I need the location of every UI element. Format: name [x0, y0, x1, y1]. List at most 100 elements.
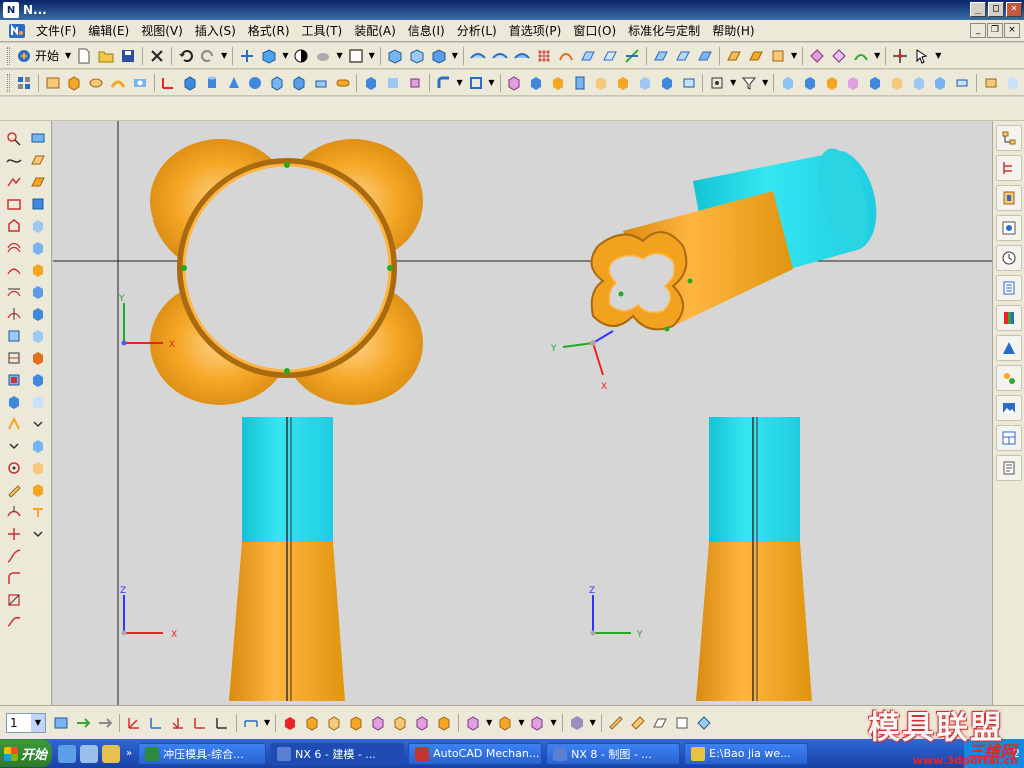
- feature-icon-4[interactable]: [570, 73, 590, 93]
- start-icon[interactable]: [14, 46, 34, 66]
- task-item[interactable]: AutoCAD Mechan...: [408, 742, 543, 765]
- trim-icon[interactable]: [622, 46, 642, 66]
- wcs-display-icon[interactable]: [212, 713, 232, 733]
- extrude-icon[interactable]: [65, 73, 85, 93]
- surface-tool-icon-1[interactable]: [28, 128, 48, 148]
- trim-corner-icon[interactable]: [4, 524, 24, 544]
- select-icon[interactable]: [912, 46, 932, 66]
- roles-icon[interactable]: [995, 335, 1022, 361]
- task-item[interactable]: E:\Bao jia we...: [684, 742, 809, 765]
- chamfer-icon[interactable]: [673, 46, 693, 66]
- move-layer-icon[interactable]: [73, 713, 93, 733]
- surface-tool-icon-9[interactable]: [28, 304, 48, 324]
- sync-icon-4[interactable]: [368, 713, 388, 733]
- web-browser-icon[interactable]: [995, 215, 1022, 241]
- surface-tool-icon-10[interactable]: [28, 326, 48, 346]
- unite-icon[interactable]: [361, 73, 381, 93]
- surface-tool-icon-3[interactable]: [28, 172, 48, 192]
- analysis-icon-3[interactable]: [851, 46, 871, 66]
- chevron-down-icon[interactable]: ▼: [31, 713, 45, 732]
- length-curve-icon[interactable]: [4, 590, 24, 610]
- surface-tool-icon-6[interactable]: [28, 238, 48, 258]
- layout-icon[interactable]: [995, 425, 1022, 451]
- menu-insert[interactable]: 插入(S): [189, 22, 242, 39]
- clip-icon-3[interactable]: [694, 713, 714, 733]
- feature-icon-1[interactable]: [505, 73, 525, 93]
- history-icon[interactable]: [995, 245, 1022, 271]
- extract-icon[interactable]: [746, 46, 766, 66]
- menu-analysis[interactable]: 分析(L): [451, 22, 503, 39]
- hole-icon[interactable]: [130, 73, 150, 93]
- assembly-nav-icon[interactable]: [1003, 73, 1023, 93]
- measure-icon[interactable]: [778, 73, 798, 93]
- color-box-icon[interactable]: [346, 46, 366, 66]
- layer-grid-icon[interactable]: [14, 73, 34, 93]
- bridge-curve-icon[interactable]: [4, 260, 24, 280]
- desktop-icon[interactable]: [80, 744, 98, 763]
- slot-icon[interactable]: [333, 73, 353, 93]
- sew-icon[interactable]: [724, 46, 744, 66]
- clip-icon-1[interactable]: [650, 713, 670, 733]
- shell-icon[interactable]: [466, 73, 486, 93]
- render-style-icon[interactable]: [259, 46, 279, 66]
- save-icon[interactable]: [118, 46, 138, 66]
- menu-assembly[interactable]: 装配(A): [348, 22, 402, 39]
- mdi-restore-button[interactable]: ❐: [987, 23, 1003, 38]
- feature-icon-3[interactable]: [548, 73, 568, 93]
- hex-icon[interactable]: [567, 713, 587, 733]
- feature-icon-9[interactable]: [679, 73, 699, 93]
- replace-face-icon[interactable]: [931, 73, 951, 93]
- subtract-icon[interactable]: [383, 73, 403, 93]
- undo-icon[interactable]: [176, 46, 196, 66]
- surface-tool-icon-12[interactable]: [28, 370, 48, 390]
- datum-csys-icon[interactable]: [159, 73, 179, 93]
- bridge-icon[interactable]: [695, 46, 715, 66]
- view-iso-icon[interactable]: [429, 46, 449, 66]
- redo-icon[interactable]: [198, 46, 218, 66]
- group-icon-1[interactable]: [463, 713, 483, 733]
- surface-icon-3[interactable]: [512, 46, 532, 66]
- intersect-icon[interactable]: [405, 73, 425, 93]
- wcs-icon[interactable]: [237, 46, 257, 66]
- part-nav-icon[interactable]: [981, 73, 1001, 93]
- wcs-rotate-icon[interactable]: [168, 713, 188, 733]
- section-curve-icon[interactable]: [4, 348, 24, 368]
- fillet-curve-icon[interactable]: [4, 568, 24, 588]
- ie-icon[interactable]: [58, 744, 76, 763]
- surface-tool-icon-11[interactable]: [28, 348, 48, 368]
- copy-layer-icon[interactable]: [95, 713, 115, 733]
- trim-curve-icon[interactable]: [4, 502, 24, 522]
- blend-icon[interactable]: [651, 46, 671, 66]
- sync-icon-3[interactable]: [346, 713, 366, 733]
- polygon-icon[interactable]: [4, 216, 24, 236]
- start-menu-button[interactable]: 开始: [0, 740, 52, 767]
- start-button[interactable]: 开始: [35, 47, 59, 64]
- surface-tool-icon-5[interactable]: [28, 216, 48, 236]
- analysis-icon-2[interactable]: [829, 46, 849, 66]
- feature-icon-5[interactable]: [592, 73, 612, 93]
- feature-icon-6[interactable]: [613, 73, 633, 93]
- snap-point-icon[interactable]: [707, 73, 727, 93]
- menu-format[interactable]: 格式(R): [242, 22, 296, 39]
- shaded-icon[interactable]: [313, 46, 333, 66]
- nx-icon[interactable]: N: [3, 2, 19, 18]
- delete-face-icon[interactable]: [952, 73, 972, 93]
- point-icon[interactable]: [4, 128, 24, 148]
- edge-blend-icon[interactable]: [434, 73, 454, 93]
- surface-icon-1[interactable]: [468, 46, 488, 66]
- scale-icon[interactable]: [887, 73, 907, 93]
- delete-icon[interactable]: [147, 46, 167, 66]
- project-curve-icon[interactable]: [4, 282, 24, 302]
- surface-icon-2[interactable]: [490, 46, 510, 66]
- new-file-icon[interactable]: [74, 46, 94, 66]
- pocket-icon[interactable]: [289, 73, 309, 93]
- wcs-orient-icon[interactable]: [190, 713, 210, 733]
- part-navigator-icon[interactable]: [995, 155, 1022, 181]
- view-front-icon[interactable]: [385, 46, 405, 66]
- filter-icon[interactable]: [739, 73, 759, 93]
- surface-tool-icon-8[interactable]: [28, 282, 48, 302]
- maximize-button[interactable]: □: [988, 2, 1004, 17]
- task-item[interactable]: NX 8 - 制图 - ...: [546, 742, 681, 765]
- ruler-icon[interactable]: [628, 713, 648, 733]
- wrap-curve-icon[interactable]: [4, 392, 24, 412]
